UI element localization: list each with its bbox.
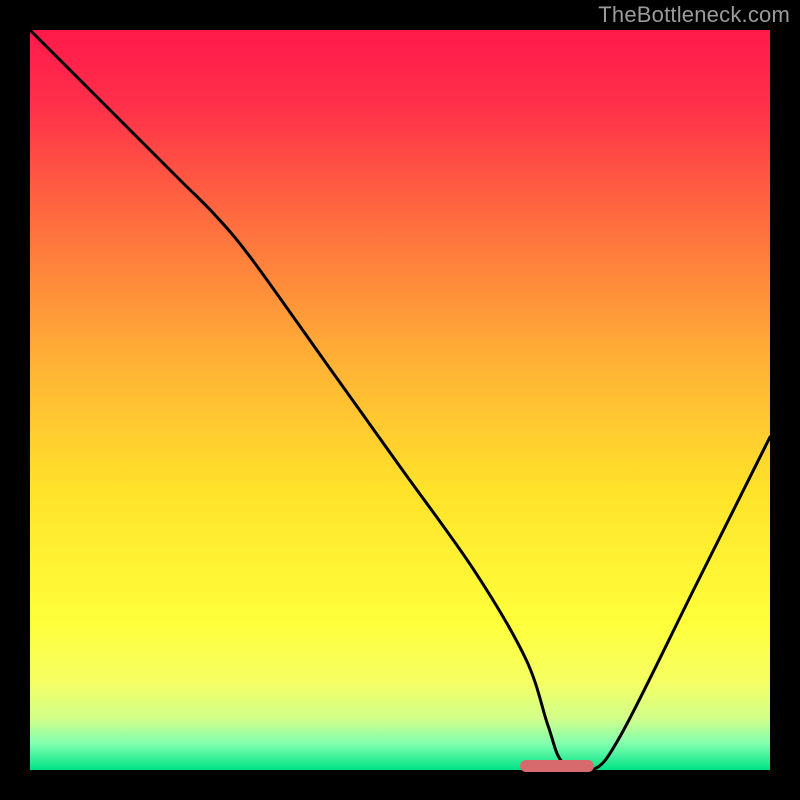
watermark-text: TheBottleneck.com	[598, 2, 790, 28]
optimal-range-marker	[520, 760, 594, 772]
bottleneck-curve	[30, 30, 770, 770]
plot-area	[30, 30, 770, 770]
curve-path	[30, 30, 770, 770]
